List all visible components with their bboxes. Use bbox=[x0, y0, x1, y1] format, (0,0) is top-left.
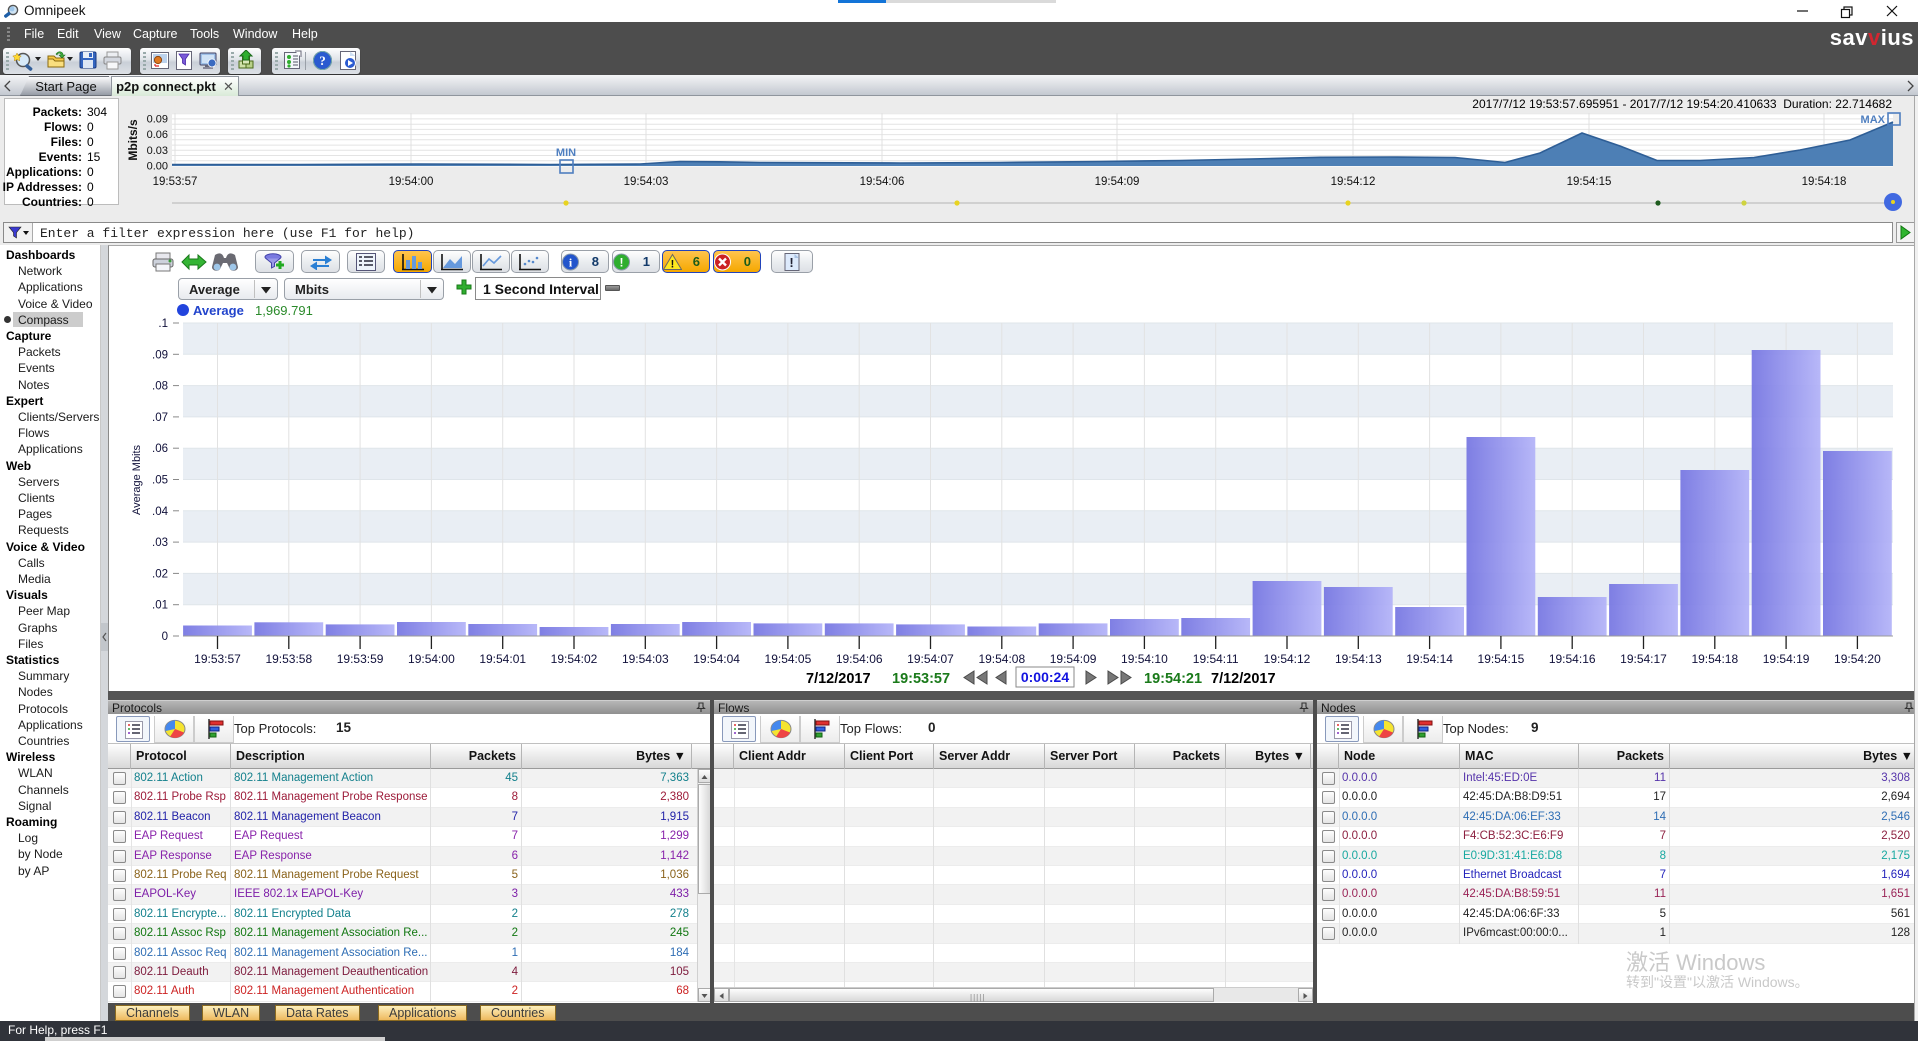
svg-text:19:54:20: 19:54:20 bbox=[1834, 652, 1881, 666]
svg-text:?: ? bbox=[319, 53, 326, 68]
svg-text:.06: .06 bbox=[152, 443, 168, 455]
svg-text:19:53:59: 19:53:59 bbox=[337, 652, 384, 666]
svg-text:19:54:21: 19:54:21 bbox=[1144, 671, 1202, 687]
svg-text:19:54:03: 19:54:03 bbox=[622, 652, 669, 666]
svg-text:19:54:15: 19:54:15 bbox=[1567, 176, 1612, 188]
svg-text:7/12/2017: 7/12/2017 bbox=[806, 671, 871, 687]
svg-text:19:54:06: 19:54:06 bbox=[860, 176, 905, 188]
svg-text:19:54:00: 19:54:00 bbox=[408, 652, 455, 666]
svg-text:.03: .03 bbox=[152, 537, 168, 549]
svg-text:.07: .07 bbox=[152, 412, 168, 424]
svg-text:19:54:18: 19:54:18 bbox=[1691, 652, 1738, 666]
svg-text:19:54:15: 19:54:15 bbox=[1478, 652, 1525, 666]
svg-text:0: 0 bbox=[162, 631, 168, 643]
svg-text:19:54:08: 19:54:08 bbox=[978, 652, 1025, 666]
svg-text:0.03: 0.03 bbox=[147, 145, 168, 157]
svg-text:19:54:17: 19:54:17 bbox=[1620, 652, 1667, 666]
svg-text:.04: .04 bbox=[152, 506, 169, 518]
svg-text:.05: .05 bbox=[152, 475, 168, 487]
svg-text:19:54:16: 19:54:16 bbox=[1549, 652, 1596, 666]
svg-text:19:54:09: 19:54:09 bbox=[1095, 176, 1140, 188]
svg-text:0.09: 0.09 bbox=[147, 113, 168, 125]
svg-text:7/12/2017: 7/12/2017 bbox=[1211, 671, 1276, 687]
svg-text:19:53:57: 19:53:57 bbox=[194, 652, 241, 666]
svg-text:.08: .08 bbox=[152, 381, 168, 393]
svg-text:0.00: 0.00 bbox=[147, 161, 168, 173]
svg-text:19:54:00: 19:54:00 bbox=[389, 176, 434, 188]
svg-text:19:54:11: 19:54:11 bbox=[1193, 652, 1239, 666]
svg-text:0.06: 0.06 bbox=[147, 129, 168, 141]
svg-text:.09: .09 bbox=[152, 349, 168, 361]
svg-text:19:54:12: 19:54:12 bbox=[1331, 176, 1376, 188]
svg-text:19:53:58: 19:53:58 bbox=[265, 652, 312, 666]
svg-text:19:54:09: 19:54:09 bbox=[1050, 652, 1097, 666]
svg-text:MIN: MIN bbox=[556, 147, 576, 159]
svg-text:Average Mbits: Average Mbits bbox=[131, 444, 143, 515]
svg-text:Mbits/s: Mbits/s bbox=[126, 119, 140, 161]
svg-text:0:00:24: 0:00:24 bbox=[1021, 669, 1069, 685]
svg-text:19:54:07: 19:54:07 bbox=[907, 652, 954, 666]
svg-text:19:54:06: 19:54:06 bbox=[836, 652, 883, 666]
svg-text:19:53:57: 19:53:57 bbox=[153, 176, 198, 188]
svg-text:19:54:14: 19:54:14 bbox=[1406, 652, 1453, 666]
svg-text:19:54:12: 19:54:12 bbox=[1264, 652, 1311, 666]
svg-text:.02: .02 bbox=[152, 568, 168, 580]
svg-text:19:54:13: 19:54:13 bbox=[1335, 652, 1382, 666]
svg-text:19:54:19: 19:54:19 bbox=[1763, 652, 1810, 666]
svg-text:19:54:05: 19:54:05 bbox=[765, 652, 812, 666]
svg-text:19:53:57: 19:53:57 bbox=[892, 671, 950, 687]
svg-text:19:54:02: 19:54:02 bbox=[551, 652, 598, 666]
svg-text:19:54:03: 19:54:03 bbox=[624, 176, 669, 188]
svg-text:19:54:01: 19:54:01 bbox=[479, 652, 526, 666]
svg-text:.01: .01 bbox=[152, 600, 168, 612]
svg-text:19:54:18: 19:54:18 bbox=[1802, 176, 1847, 188]
svg-text:19:54:10: 19:54:10 bbox=[1121, 652, 1168, 666]
svg-text:MAX: MAX bbox=[1861, 114, 1886, 126]
svg-text:.1: .1 bbox=[158, 318, 168, 330]
svg-text:19:54:04: 19:54:04 bbox=[693, 652, 740, 666]
